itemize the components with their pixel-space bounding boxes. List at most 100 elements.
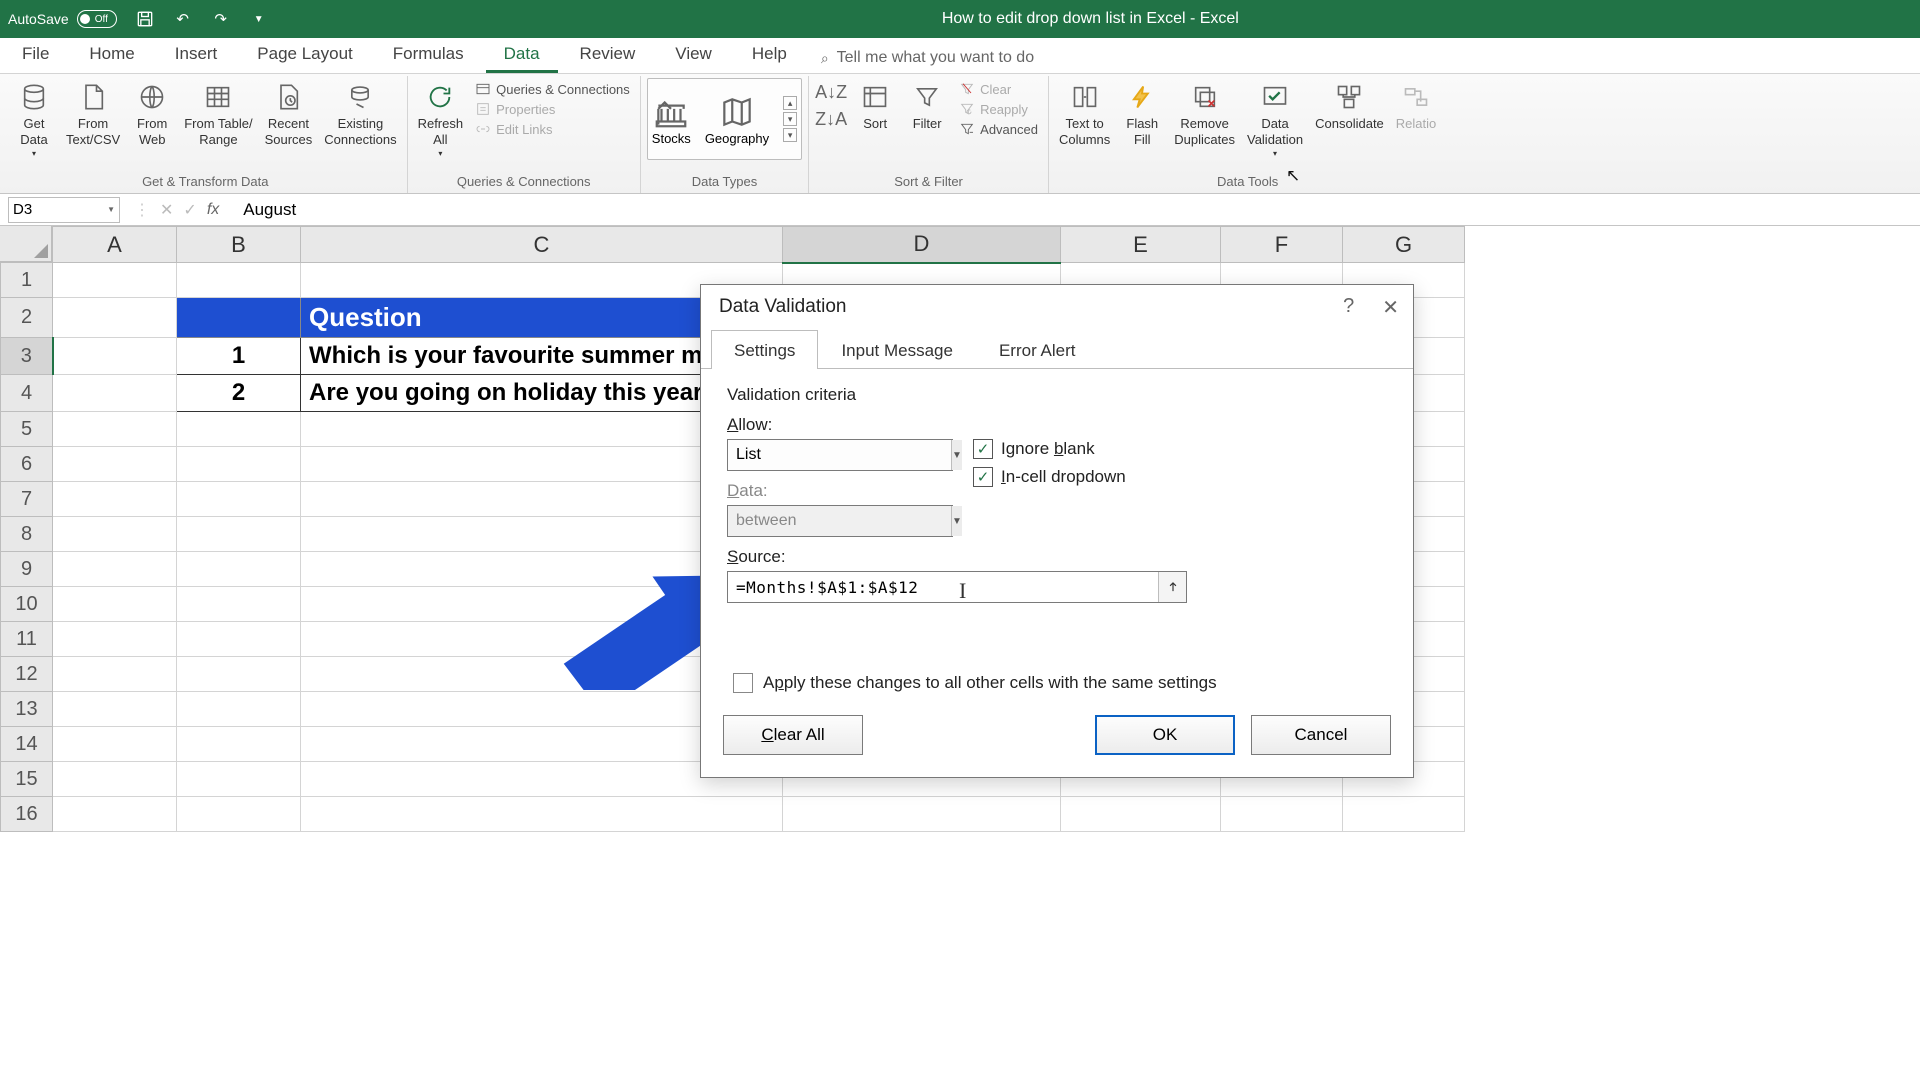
group-label: Data Types (692, 171, 758, 193)
row-header[interactable]: 3 (1, 338, 53, 375)
gallery-down-icon[interactable]: ▾ (783, 112, 797, 126)
fx-icon[interactable]: fx (207, 201, 227, 219)
data-value (728, 512, 951, 530)
data-validation-dialog: Data Validation ? ✕ Settings Input Messa… (700, 284, 1414, 778)
help-icon[interactable]: ? (1343, 295, 1354, 320)
cancel-button[interactable]: Cancel (1251, 715, 1391, 755)
col-header[interactable]: C (301, 227, 783, 263)
row-header[interactable]: 5 (1, 412, 53, 447)
tab-page-layout[interactable]: Page Layout (239, 36, 370, 73)
sort-desc-icon[interactable]: Z↓A (815, 109, 847, 130)
tab-data[interactable]: Data (486, 36, 558, 73)
row-header[interactable]: 10 (1, 587, 53, 622)
tab-view[interactable]: View (657, 36, 730, 73)
row-header[interactable]: 2 (1, 298, 53, 338)
recent-sources-button[interactable]: Recent Sources (261, 78, 317, 149)
flash-fill-button[interactable]: Flash Fill (1118, 78, 1166, 149)
clear-all-button[interactable]: Clear All (723, 715, 863, 755)
reapply-filter-button[interactable]: Reapply (955, 100, 1042, 118)
consolidate-button[interactable]: Consolidate (1311, 78, 1388, 134)
row-header[interactable]: 13 (1, 692, 53, 727)
row-header[interactable]: 12 (1, 657, 53, 692)
tab-help[interactable]: Help (734, 36, 805, 73)
col-header[interactable]: A (53, 227, 177, 263)
edit-links-button[interactable]: Edit Links (471, 120, 634, 138)
row-header[interactable]: 4 (1, 375, 53, 412)
tab-insert[interactable]: Insert (157, 36, 236, 73)
source-input[interactable] (728, 578, 1158, 597)
autosave-toggle[interactable]: Off (77, 10, 117, 28)
select-all-triangle[interactable] (0, 226, 52, 262)
formula-input[interactable]: August (235, 200, 1920, 220)
enter-formula-icon[interactable]: ✓ (183, 200, 196, 220)
row-header[interactable]: 9 (1, 552, 53, 587)
allow-value[interactable] (728, 446, 951, 464)
sort-asc-icon[interactable]: A↓Z (815, 82, 847, 103)
tab-error-alert[interactable]: Error Alert (976, 330, 1099, 369)
ok-button[interactable]: OK (1095, 715, 1235, 755)
cell-b4[interactable]: 2 (177, 375, 301, 412)
sort-icon (858, 80, 892, 114)
existing-connections-button[interactable]: Existing Connections (320, 78, 400, 149)
stocks-datatype[interactable]: Stocks (652, 93, 691, 146)
row-header[interactable]: 16 (1, 797, 53, 832)
cell-b3[interactable]: 1 (177, 338, 301, 375)
filter-button[interactable]: Filter (903, 78, 951, 134)
checkbox-unchecked-icon[interactable] (733, 673, 753, 693)
tell-me-search[interactable]: ⌕ Tell me what you want to do (821, 49, 1034, 73)
chevron-down-icon[interactable]: ▼ (107, 205, 115, 214)
col-header[interactable]: B (177, 227, 301, 263)
sort-button[interactable]: Sort (851, 78, 899, 134)
data-validation-icon (1258, 80, 1292, 114)
tab-settings[interactable]: Settings (711, 330, 818, 369)
row-header[interactable]: 7 (1, 482, 53, 517)
chevron-down-icon[interactable]: ▼ (951, 440, 962, 470)
col-header[interactable]: G (1343, 227, 1465, 263)
row-header[interactable]: 15 (1, 762, 53, 797)
tab-home[interactable]: Home (71, 36, 152, 73)
tab-input-message[interactable]: Input Message (818, 330, 976, 369)
queries-connections-button[interactable]: Queries & Connections (471, 80, 634, 98)
allow-combobox[interactable]: ▼ (727, 439, 953, 471)
col-header[interactable]: F (1221, 227, 1343, 263)
data-types-gallery[interactable]: Stocks Geography ▴ ▾ ▾ (647, 78, 802, 160)
name-box[interactable]: D3 ▼ (8, 197, 120, 223)
text-to-columns-button[interactable]: Text to Columns (1055, 78, 1114, 149)
advanced-filter-button[interactable]: Advanced (955, 120, 1042, 138)
autosave-control[interactable]: AutoSave Off (8, 10, 117, 28)
gallery-up-icon[interactable]: ▴ (783, 96, 797, 110)
clear-filter-button[interactable]: Clear (955, 80, 1042, 98)
save-icon[interactable] (135, 9, 155, 29)
redo-icon[interactable]: ↷ (211, 9, 231, 29)
tab-formulas[interactable]: Formulas (375, 36, 482, 73)
get-data-button[interactable]: Get Data ▾ (10, 78, 58, 161)
row-header[interactable]: 14 (1, 727, 53, 762)
tab-file[interactable]: File (4, 36, 67, 73)
customize-qat-icon[interactable]: ▼ (249, 9, 269, 29)
tab-review[interactable]: Review (562, 36, 654, 73)
undo-icon[interactable]: ↶ (173, 9, 193, 29)
row-header[interactable]: 11 (1, 622, 53, 657)
col-header[interactable]: E (1061, 227, 1221, 263)
refresh-all-button[interactable]: Refresh All ▾ (414, 78, 468, 161)
col-header[interactable]: D (783, 227, 1061, 263)
from-text-csv-button[interactable]: From Text/CSV (62, 78, 124, 149)
properties-button[interactable]: Properties (471, 100, 634, 118)
row-header[interactable]: 8 (1, 517, 53, 552)
close-icon[interactable]: ✕ (1382, 295, 1399, 320)
ignore-blank-checkbox[interactable]: ✓ Ignore blank (973, 439, 1126, 459)
range-selector-icon[interactable] (1158, 572, 1186, 602)
remove-duplicates-button[interactable]: Remove Duplicates (1170, 78, 1239, 149)
row-header[interactable]: 6 (1, 447, 53, 482)
apply-to-all-label[interactable]: Apply these changes to all other cells w… (763, 673, 1217, 693)
gallery-more-icon[interactable]: ▾ (783, 128, 797, 142)
geography-datatype[interactable]: Geography (705, 93, 769, 146)
cancel-formula-icon[interactable]: ✕ (160, 200, 173, 220)
data-validation-button[interactable]: Data Validation ▾ (1243, 78, 1307, 161)
row-header[interactable]: 1 (1, 263, 53, 298)
group-label: Data Tools (1217, 171, 1278, 193)
from-table-range-button[interactable]: From Table/ Range (180, 78, 256, 149)
relationships-button[interactable]: Relatio (1392, 78, 1440, 134)
from-web-button[interactable]: From Web (128, 78, 176, 149)
in-cell-dropdown-checkbox[interactable]: ✓ In-cell dropdown (973, 467, 1126, 487)
